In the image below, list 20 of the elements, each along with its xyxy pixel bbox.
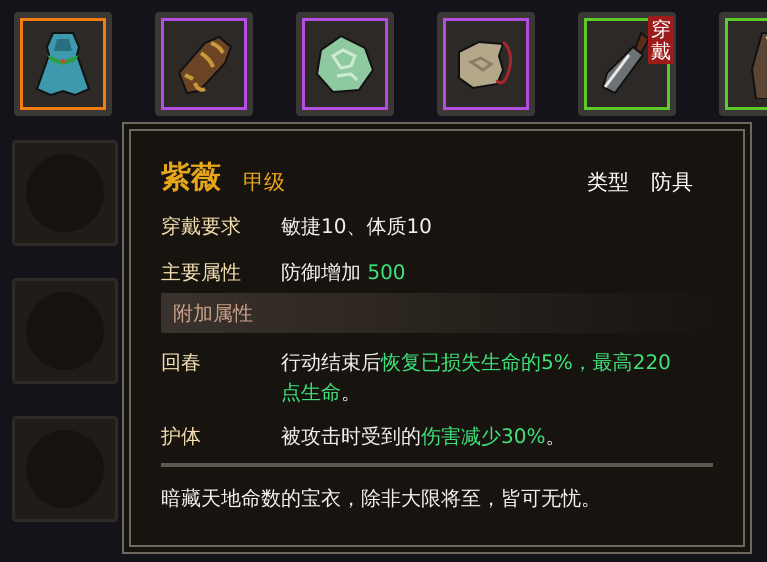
type-value: 防具 <box>651 172 693 193</box>
attribute-value: 敏捷10、体质10 <box>281 213 432 239</box>
equipped-badge: 穿戴 <box>648 16 674 64</box>
attribute-value: 防御增加 500 <box>281 259 406 285</box>
type-label: 类型 <box>587 172 629 193</box>
item-grade: 甲级 <box>243 172 285 193</box>
item-description: 暗藏天地命数的宝衣，除非大限将至，皆可无忧。 <box>161 485 602 512</box>
jade-stone-icon <box>313 32 377 96</box>
item-slot[interactable] <box>14 12 112 116</box>
item-name: 紫薇 <box>161 163 221 193</box>
affix-label: 护体 <box>161 423 202 450</box>
attribute-label: 穿戴要求 <box>161 213 242 239</box>
affix-description: 被攻击时受到的伤害减少30%。 <box>281 423 566 450</box>
affix-label: 回春 <box>161 349 202 376</box>
attribute-label: 主要属性 <box>161 259 242 285</box>
item-slot[interactable]: 穿戴 <box>578 12 676 116</box>
item-slot[interactable] <box>437 12 535 116</box>
item-slot[interactable] <box>155 12 253 116</box>
affix-description: 行动结束后恢复已损失生命的5%，最高220点生命。 <box>281 349 672 406</box>
item-slot[interactable] <box>296 12 394 116</box>
